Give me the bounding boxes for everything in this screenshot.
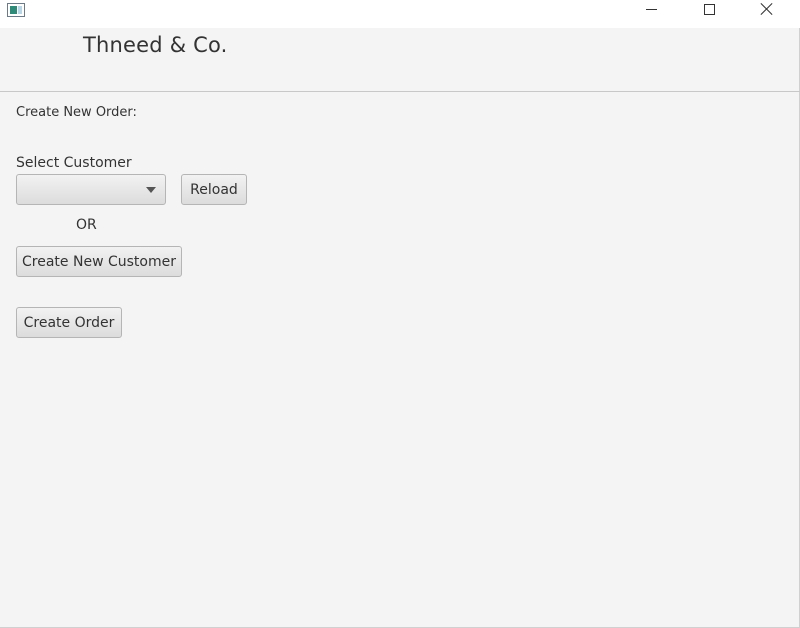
section-title: Create New Order: bbox=[16, 105, 137, 120]
create-new-customer-button[interactable]: Create New Customer bbox=[16, 246, 182, 277]
maximize-icon bbox=[703, 3, 715, 15]
select-customer-label: Select Customer bbox=[16, 155, 132, 171]
customer-select[interactable] bbox=[16, 174, 166, 205]
app-icon bbox=[7, 3, 25, 17]
title-bar bbox=[0, 0, 800, 28]
close-button[interactable] bbox=[744, 0, 790, 28]
reload-button[interactable]: Reload bbox=[181, 174, 247, 205]
app-header: Thneed & Co. bbox=[0, 28, 800, 92]
or-label: OR bbox=[76, 217, 97, 233]
chevron-down-icon bbox=[146, 187, 156, 193]
close-icon bbox=[760, 2, 774, 16]
minimize-button[interactable] bbox=[628, 0, 674, 28]
minimize-icon bbox=[645, 8, 657, 10]
create-order-button[interactable]: Create Order bbox=[16, 307, 122, 338]
maximize-button[interactable] bbox=[686, 0, 732, 28]
brand-title: Thneed & Co. bbox=[83, 33, 228, 57]
window-body: Thneed & Co. Create New Order: Select Cu… bbox=[0, 28, 800, 628]
